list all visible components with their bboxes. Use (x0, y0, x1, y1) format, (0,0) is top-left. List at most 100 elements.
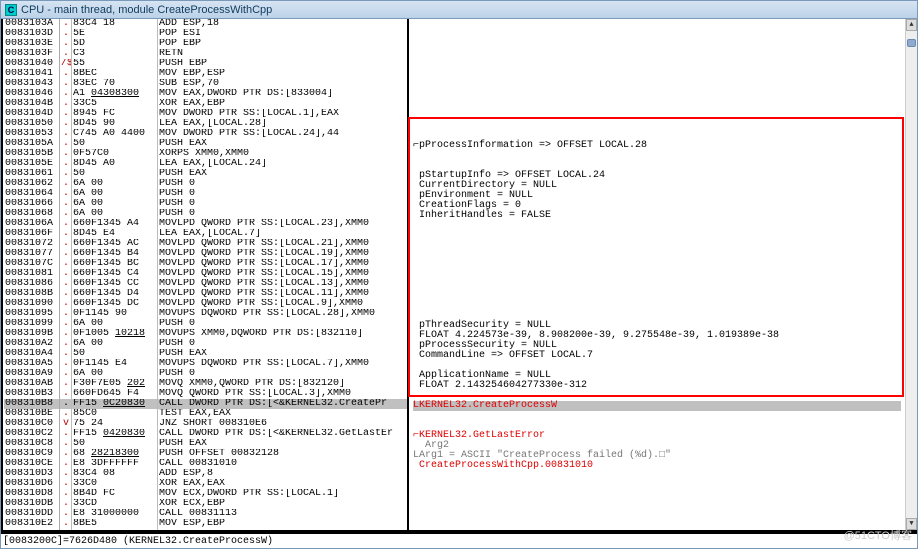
marker-cell: . (60, 439, 71, 449)
addr-cell[interactable]: 0083106A (4, 219, 59, 229)
marker-cell: . (60, 509, 71, 519)
addr-cell[interactable]: 00831066 (4, 199, 59, 209)
bytes-cell: 83EC 70 (72, 79, 157, 89)
addr-cell[interactable]: 00831046 (4, 89, 59, 99)
addr-cell[interactable]: 008310A2 (4, 339, 59, 349)
disasm-cell: PUSH 0 (158, 179, 407, 189)
marker-cell: . (60, 309, 71, 319)
addr-cell[interactable]: 0083106F (4, 229, 59, 239)
addr-cell[interactable]: 0083103A (4, 19, 59, 29)
titlebar[interactable]: C CPU - main thread, module CreateProces… (1, 1, 917, 19)
marker-cell: . (60, 359, 71, 369)
addr-cell[interactable]: 008310DB (4, 499, 59, 509)
bytes-cell: 33CD (72, 499, 157, 509)
bytes-cell: 0F1145 E4 (72, 359, 157, 369)
disasm-cell: JNZ SHORT 008310E6 (158, 419, 407, 429)
addr-cell[interactable]: 008310AB (4, 379, 59, 389)
disasm-cell: MOVLPD QWORD PTR SS:[LOCAL.21],XMM0 (158, 239, 407, 249)
addr-cell[interactable]: 00831095 (4, 309, 59, 319)
disasm-cell: MOV DWORD PTR SS:[LOCAL.24],44 (158, 129, 407, 139)
addr-cell[interactable]: 00831040 (4, 59, 59, 69)
disasm-cell: CALL DWORD PTR DS:[<&KERNEL32.GetLastEr (158, 429, 407, 439)
addr-cell[interactable]: 008310BE (4, 409, 59, 419)
addr-cell[interactable]: 00831099 (4, 319, 59, 329)
addr-cell[interactable]: 008310B3 (4, 389, 59, 399)
addr-cell[interactable]: 0083105E (4, 159, 59, 169)
info-line (413, 31, 901, 41)
addr-cell[interactable]: 0083109B (4, 329, 59, 339)
addr-cell[interactable]: 0083107C (4, 259, 59, 269)
disasm-cell: MOVUPS DQWORD PTR SS:[LOCAL.7],XMM0 (158, 359, 407, 369)
addr-cell[interactable]: 00831061 (4, 169, 59, 179)
addr-cell[interactable]: 00831062 (4, 179, 59, 189)
addr-cell[interactable]: 008310D6 (4, 479, 59, 489)
bytes-cell: 660F1345 C4 (72, 269, 157, 279)
info-line (413, 411, 901, 421)
disasm-cell: MOV ECX,DWORD PTR SS:[LOCAL.1] (158, 489, 407, 499)
addr-cell[interactable]: 008310C9 (4, 449, 59, 459)
marker-cell: . (60, 469, 71, 479)
addr-cell[interactable]: 008310A9 (4, 369, 59, 379)
addr-cell[interactable]: 008310C0 (4, 419, 59, 429)
addr-cell[interactable]: 008310C8 (4, 439, 59, 449)
disasm-cell: PUSH EBP (158, 59, 407, 69)
marker-cell: . (60, 429, 71, 439)
vertical-scrollbar[interactable]: ▲ ▼ (905, 19, 917, 530)
disasm-cell: PUSH 0 (158, 209, 407, 219)
addr-cell[interactable]: 0083103F (4, 49, 59, 59)
disasm-cell: MOVLPD QWORD PTR SS:[LOCAL.13],XMM0 (158, 279, 407, 289)
addr-cell[interactable]: 0083104B (4, 99, 59, 109)
bytes-cell: 6A 00 (72, 209, 157, 219)
addr-cell[interactable]: 0083103E (4, 39, 59, 49)
addr-cell[interactable]: 008310D3 (4, 469, 59, 479)
disasm-cell: MOVLPD QWORD PTR SS:[LOCAL.15],XMM0 (158, 269, 407, 279)
addr-cell[interactable]: 0083103D (4, 29, 59, 39)
bytes-cell: 8BEC (72, 69, 157, 79)
disasm-cell: ADD ESP,8 (158, 469, 407, 479)
scroll-thumb[interactable] (907, 39, 916, 47)
bytes-cell: 33C5 (72, 99, 157, 109)
marker-cell: /$ (60, 59, 71, 69)
addr-cell[interactable]: 0083104D (4, 109, 59, 119)
addr-cell[interactable]: 008310A4 (4, 349, 59, 359)
marker-cell: . (60, 259, 71, 269)
addr-cell[interactable]: 008310CE (4, 459, 59, 469)
addr-cell[interactable]: 00831068 (4, 209, 59, 219)
addr-cell[interactable]: 008310D8 (4, 489, 59, 499)
marker-cell: . (60, 449, 71, 459)
addr-cell[interactable]: 00831072 (4, 239, 59, 249)
addr-cell[interactable]: 00831064 (4, 189, 59, 199)
bytes-cell: 5E (72, 29, 157, 39)
info-pane[interactable]: ⌐pProcessInformation => OFFSET LOCAL.28 … (409, 19, 917, 530)
addr-cell[interactable]: 008310A5 (4, 359, 59, 369)
bytes-cell: 50 (72, 439, 157, 449)
debugger-window: C CPU - main thread, module CreateProces… (0, 0, 918, 549)
content-area: 0083103A0083103D0083103E0083103F00831040… (1, 19, 917, 532)
addr-cell[interactable]: 00831050 (4, 119, 59, 129)
addr-cell[interactable]: 00831053 (4, 129, 59, 139)
marker-cell: . (60, 399, 71, 409)
addr-cell[interactable]: 00831090 (4, 299, 59, 309)
info-line (413, 261, 901, 271)
disassembly-pane[interactable]: 0083103A0083103D0083103E0083103F00831040… (4, 19, 409, 530)
addr-cell[interactable]: 0083108B (4, 289, 59, 299)
addr-cell[interactable]: 008310E2 (4, 519, 59, 529)
addr-cell[interactable]: 008310C2 (4, 429, 59, 439)
addr-cell[interactable]: 008310B8 (4, 399, 59, 409)
disasm-cell: MOVLPD QWORD PTR SS:[LOCAL.23],XMM0 (158, 219, 407, 229)
scroll-up-arrow[interactable]: ▲ (906, 19, 917, 31)
bytes-cell: 8945 FC (72, 109, 157, 119)
addr-cell[interactable]: 00831086 (4, 279, 59, 289)
bytes-cell: 68 28218300 (72, 449, 157, 459)
addr-cell[interactable]: 00831081 (4, 269, 59, 279)
marker-cell: . (60, 19, 71, 29)
info-line (413, 151, 901, 161)
info-line (413, 231, 901, 241)
addr-cell[interactable]: 0083105B (4, 149, 59, 159)
addr-cell[interactable]: 008310DD (4, 509, 59, 519)
disasm-cell: PUSH 0 (158, 369, 407, 379)
addr-cell[interactable]: 00831043 (4, 79, 59, 89)
addr-cell[interactable]: 00831077 (4, 249, 59, 259)
addr-cell[interactable]: 00831041 (4, 69, 59, 79)
addr-cell[interactable]: 0083105A (4, 139, 59, 149)
